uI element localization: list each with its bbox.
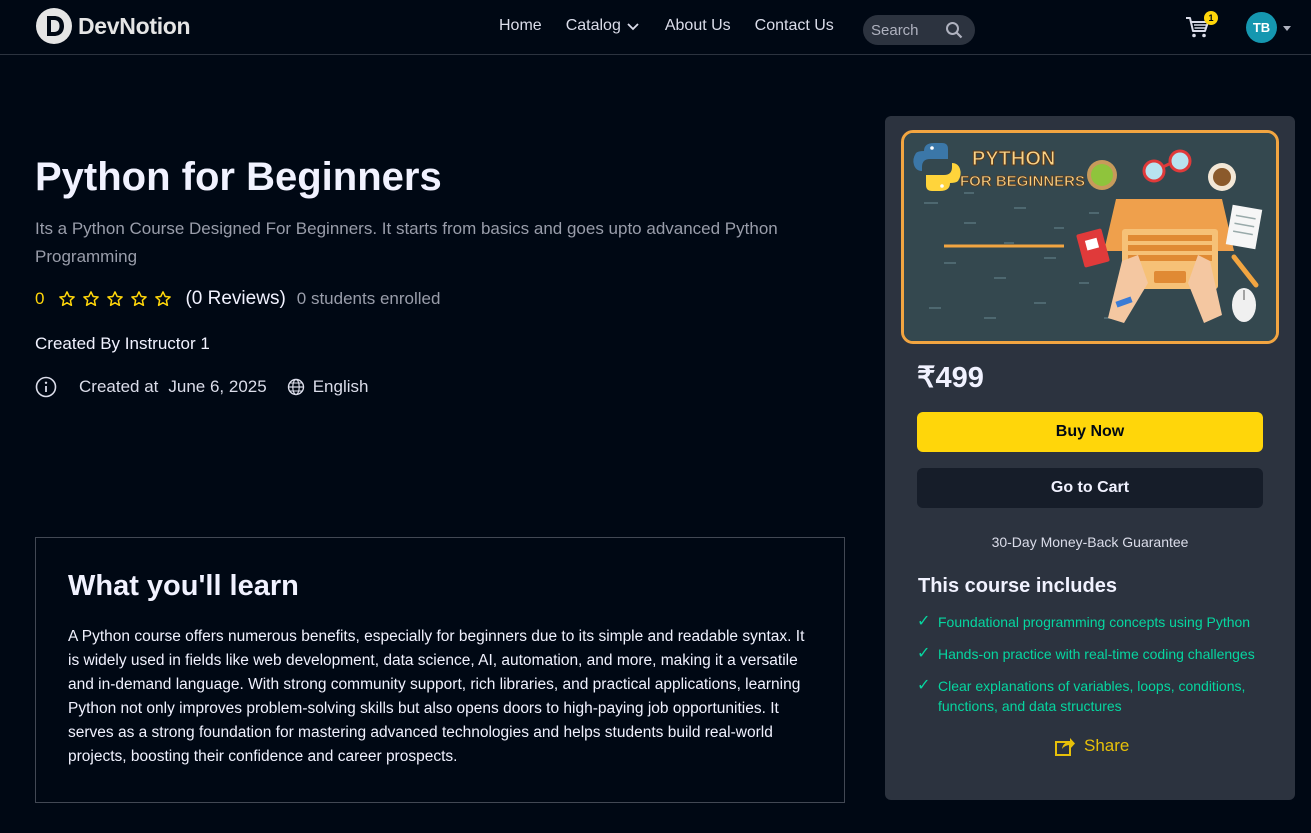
rating-row: 0 (0 Reviews) 0 students enrolled <box>35 288 440 310</box>
profile-menu[interactable]: TB <box>1246 12 1293 43</box>
share-icon <box>1055 737 1075 756</box>
learn-title: What you'll learn <box>68 570 299 602</box>
include-text: Hands-on practice with real-time coding … <box>938 646 1255 662</box>
course-description: Its a Python Course Designed For Beginne… <box>35 219 778 266</box>
course-purchase-card: PYTHON FOR BEGINNERS ₹499 Buy Now Go to … <box>885 116 1295 800</box>
logo-icon <box>36 8 72 44</box>
includes-list: ✓ Foundational programming concepts using… <box>917 612 1267 728</box>
thumbnail-title-line1: PYTHON <box>972 148 1055 170</box>
thumbnail-title-line2: FOR BEGINNERS <box>960 173 1085 190</box>
profile-dropdown-icon <box>1283 25 1291 31</box>
check-icon: ✓ <box>917 677 931 694</box>
search-input[interactable] <box>871 21 943 39</box>
share-button[interactable]: Share <box>1055 736 1129 756</box>
rating-value: 0 <box>35 289 45 308</box>
star-outline-icon <box>59 291 76 307</box>
star-outline-icon <box>155 291 172 307</box>
check-icon: ✓ <box>917 645 931 662</box>
course-language: English <box>312 377 369 396</box>
star-outline-icon <box>83 291 100 307</box>
include-text: Clear explanations of variables, loops, … <box>938 678 1246 714</box>
nav-link-catalog-label: Catalog <box>565 17 621 34</box>
share-label: Share <box>1084 736 1130 755</box>
star-rating <box>58 290 172 308</box>
what-youll-learn-section: What you'll learn A Python course offers… <box>35 537 845 803</box>
brand-logo[interactable]: DevNotion <box>36 8 191 44</box>
instructor-credit: Created By Instructor 1 <box>35 334 210 353</box>
star-outline-icon <box>107 291 124 307</box>
info-icon <box>35 376 57 398</box>
course-thumbnail: PYTHON FOR BEGINNERS <box>901 130 1279 344</box>
course-price: ₹499 <box>917 362 984 394</box>
includes-title: This course includes <box>918 575 1117 597</box>
nav-link-home[interactable]: Home <box>499 17 542 35</box>
cart-button[interactable]: 1 <box>1184 11 1218 42</box>
course-meta: Created at June 6, 2025 English <box>35 376 368 398</box>
cart-count-badge: 1 <box>1204 11 1218 25</box>
main-nav: Home Catalog About Us Contact Us <box>499 17 858 35</box>
search-box[interactable] <box>863 15 975 45</box>
globe-icon <box>287 378 304 396</box>
brand-name: DevNotion <box>78 12 191 39</box>
review-count[interactable]: (0 Reviews) <box>185 288 285 310</box>
buy-now-button[interactable]: Buy Now <box>917 412 1263 452</box>
include-text: Foundational programming concepts using … <box>938 614 1251 630</box>
top-navbar: DevNotion Home Catalog About Us Contact … <box>0 0 1311 55</box>
check-icon: ✓ <box>917 613 931 630</box>
nav-link-contact[interactable]: Contact Us <box>755 17 834 35</box>
created-label: Created at <box>79 377 159 396</box>
nav-link-about[interactable]: About Us <box>665 17 731 35</box>
go-to-cart-button[interactable]: Go to Cart <box>917 468 1263 508</box>
created-date: June 6, 2025 <box>168 377 267 396</box>
search-icon[interactable] <box>945 21 963 39</box>
star-outline-icon <box>131 291 148 307</box>
course-title: Python for Beginners <box>35 155 442 199</box>
avatar: TB <box>1246 12 1277 43</box>
nav-link-catalog[interactable]: Catalog <box>566 17 641 35</box>
enrolled-count: 0 students enrolled <box>296 289 441 308</box>
learn-text: A Python course offers numerous benefits… <box>68 628 805 765</box>
list-item: ✓ Clear explanations of variables, loops,… <box>917 676 1267 716</box>
chevron-down-icon <box>627 23 639 31</box>
list-item: ✓ Foundational programming concepts using… <box>917 612 1267 632</box>
money-back-guarantee: 30-Day Money-Back Guarantee <box>991 534 1189 550</box>
list-item: ✓ Hands-on practice with real-time coding… <box>917 644 1267 664</box>
